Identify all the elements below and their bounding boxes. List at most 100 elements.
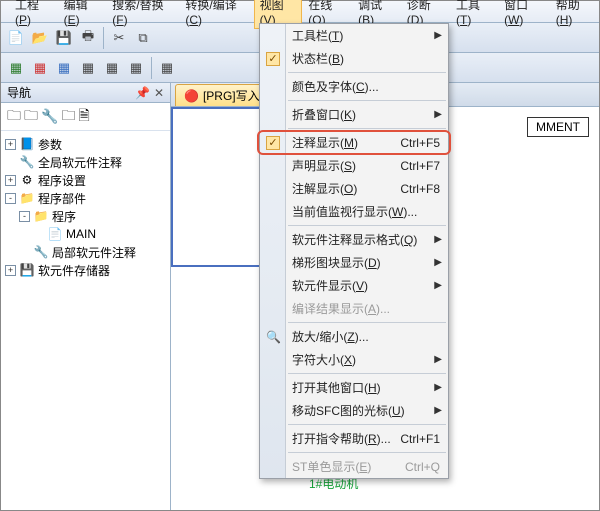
menu-item[interactable]: 打开其他窗口(H)▶	[260, 376, 448, 399]
tb2-1-icon[interactable]: ▦	[5, 57, 27, 79]
menu-item[interactable]: 移动SFC图的光标(U)▶	[260, 399, 448, 422]
print-icon[interactable]: 🖶	[77, 27, 99, 49]
menu-item[interactable]: 打开指令帮助(R)...Ctrl+F1	[260, 427, 448, 450]
menu-item[interactable]: 当前值监视行显示(W)...	[260, 200, 448, 223]
tree-node[interactable]: +⚙程序设置	[5, 171, 170, 189]
menu-搜索/替换f[interactable]: 搜索/替换(F)	[106, 0, 179, 29]
tb2-2-icon[interactable]: ▦	[29, 57, 51, 79]
submenu-arrow-icon: ▶	[434, 30, 442, 41]
menu-item[interactable]: 工具栏(T) ▶	[260, 24, 448, 47]
menu-窗口w[interactable]: 窗口(W)	[498, 0, 550, 29]
tb2-6-icon[interactable]: ▦	[125, 57, 147, 79]
tree-icon: 📁	[33, 209, 49, 223]
menu-item[interactable]: 🔍放大/缩小(Z)...	[260, 325, 448, 348]
tree-node[interactable]: +💾软元件存储器	[5, 261, 170, 279]
tree-label: 程序	[52, 208, 76, 225]
expand-icon[interactable]: -	[5, 193, 16, 204]
menu-item-label: 声明显示(S)	[292, 157, 356, 174]
menu-item[interactable]: 软元件注释显示格式(Q)▶	[260, 228, 448, 251]
tb2-3-icon[interactable]: ▦	[53, 57, 75, 79]
tree-icon: 💾	[19, 263, 35, 277]
menu-工程p[interactable]: 工程(P)	[9, 0, 58, 29]
menu-item[interactable]: 梯形图块显示(D) ▶	[260, 251, 448, 274]
copy-icon[interactable]: ⧉	[132, 27, 154, 49]
menu-item-label: 编译结果显示(A)...	[292, 300, 390, 317]
menu-separator	[288, 373, 446, 374]
submenu-arrow-icon: ▶	[434, 354, 442, 365]
menu-item-label: 梯形图块显示(D)	[292, 254, 381, 271]
pin-icon[interactable]: 📌	[135, 86, 150, 100]
tree-node[interactable]: 📄MAIN	[5, 225, 170, 243]
expand-icon[interactable]: +	[5, 139, 16, 150]
nav-toolbar: 🗀 🗀 🔧 🗀 🗎	[1, 103, 170, 131]
menu-item-label: 折叠窗口(K)	[292, 106, 356, 123]
menu-转换/编译c[interactable]: 转换/编译(C)	[179, 0, 253, 29]
tree-label: 局部软元件注释	[52, 244, 136, 261]
nav-tree: +📘参数🔧全局软元件注释+⚙程序设置-📁程序部件-📁程序📄MAIN🔧局部软元件注…	[1, 131, 170, 510]
submenu-arrow-icon: ▶	[434, 257, 442, 268]
menu-item-label: 注释显示(M)	[292, 134, 358, 151]
menu-item-label: 打开其他窗口(H)	[292, 379, 381, 396]
save-icon[interactable]: 💾	[53, 27, 75, 49]
editor-tab[interactable]: 🔴 [PRG]写入	[175, 84, 269, 106]
menu-item[interactable]: ✓ 注释显示(M) Ctrl+F5	[260, 131, 448, 154]
navtool-5-icon[interactable]: 🗎	[78, 105, 89, 129]
tree-label: MAIN	[66, 227, 96, 241]
check-icon: ✓	[266, 136, 280, 150]
submenu-arrow-icon: ▶	[434, 405, 442, 416]
menu-编辑e[interactable]: 编辑(E)	[58, 0, 107, 29]
navtool-2-icon[interactable]: 🗀	[24, 105, 38, 129]
menu-item[interactable]: 声明显示(S)Ctrl+F7	[260, 154, 448, 177]
comment-label: MMENT	[527, 117, 589, 137]
expand-icon[interactable]: +	[5, 265, 16, 276]
navtool-3-icon[interactable]: 🔧	[41, 108, 58, 125]
tree-node[interactable]: 🔧全局软元件注释	[5, 153, 170, 171]
menu-item-label: 颜色及字体(C)...	[292, 78, 379, 95]
menu-工具t[interactable]: 工具(T)	[450, 0, 498, 29]
menu-item-label: ST单色显示(E)	[292, 458, 371, 475]
check-icon: ✓	[266, 52, 280, 66]
menu-shortcut: Ctrl+F8	[400, 182, 440, 196]
ladder-viewport	[171, 107, 261, 267]
tree-node[interactable]: -📁程序	[5, 207, 170, 225]
menu-item-label: 工具栏(T)	[292, 27, 343, 44]
close-icon[interactable]: ✕	[154, 86, 164, 100]
menu-item[interactable]: 字符大小(X)▶	[260, 348, 448, 371]
menu-item: 编译结果显示(A)...	[260, 297, 448, 320]
menu-separator	[288, 128, 446, 129]
menu-item[interactable]: 注解显示(O)Ctrl+F8	[260, 177, 448, 200]
menu-separator	[288, 322, 446, 323]
menu-item[interactable]: 软元件显示(V)▶	[260, 274, 448, 297]
tb2-4-icon[interactable]: ▦	[77, 57, 99, 79]
tab-label: [PRG]写入	[203, 87, 260, 104]
tree-node[interactable]: -📁程序部件	[5, 189, 170, 207]
menu-帮助h[interactable]: 帮助(H)	[550, 0, 599, 29]
menu-item[interactable]: ✓ 状态栏(B)	[260, 47, 448, 70]
navtool-4-icon[interactable]: 🗀	[61, 105, 75, 129]
menu-shortcut: Ctrl+F5	[400, 136, 440, 150]
tree-label: 程序设置	[38, 172, 86, 189]
expand-icon[interactable]: -	[19, 211, 30, 222]
tree-node[interactable]: 🔧局部软元件注释	[5, 243, 170, 261]
tb2-7-icon[interactable]: ▦	[156, 57, 178, 79]
new-icon[interactable]: 📄	[5, 27, 27, 49]
open-icon[interactable]: 📂	[29, 27, 51, 49]
menu-item-label: 软元件注释显示格式(Q)	[292, 231, 417, 248]
tree-node[interactable]: +📘参数	[5, 135, 170, 153]
menu-item-label: 状态栏(B)	[292, 50, 344, 67]
tree-label: 参数	[38, 136, 62, 153]
tree-icon: 📁	[19, 191, 35, 205]
navtool-1-icon[interactable]: 🗀	[7, 105, 21, 129]
tree-label: 软元件存储器	[38, 262, 110, 279]
tree-icon: 🔧	[33, 245, 49, 259]
tree-icon: ⚙	[19, 173, 35, 187]
expand-icon[interactable]: +	[5, 175, 16, 186]
menu-item[interactable]: 颜色及字体(C)...	[260, 75, 448, 98]
tb2-5-icon[interactable]: ▦	[101, 57, 123, 79]
cut-icon[interactable]: ✂	[108, 27, 130, 49]
nav-title: 导航	[7, 84, 31, 101]
menu-item[interactable]: 折叠窗口(K)▶	[260, 103, 448, 126]
tree-icon: 📘	[19, 137, 35, 151]
menu-separator	[288, 452, 446, 453]
menu-shortcut: Ctrl+F1	[400, 432, 440, 446]
